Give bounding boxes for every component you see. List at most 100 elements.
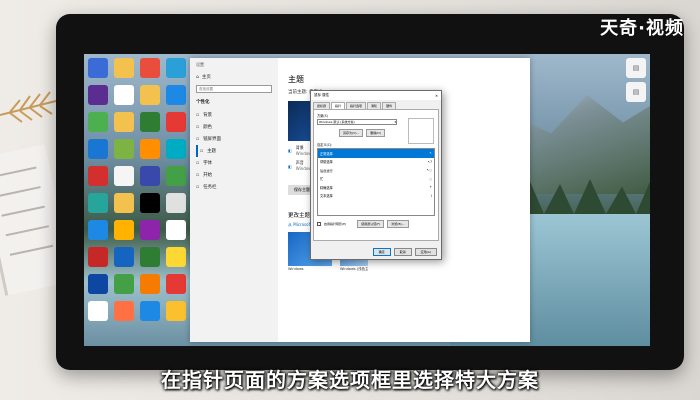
settings-nav-item[interactable]: ▫ 开始 [196, 169, 272, 181]
cursor-list-item[interactable]: 忙 ◌ [318, 175, 434, 184]
cursor-glyph-icon: + [429, 185, 432, 190]
cursor-glyph-icon: ↖? [427, 159, 432, 164]
cursor-list-item[interactable]: 帮助选择 ↖? [318, 158, 434, 167]
desktop-app-icon[interactable] [88, 274, 108, 294]
cursor-item-label: 精确选择 [320, 185, 333, 190]
cursor-list-item[interactable]: 正常选择 ↖ [318, 149, 434, 158]
settings-nav-label: 字体 [203, 161, 213, 166]
desktop-app-icon[interactable] [114, 139, 134, 159]
cursor-list-item[interactable]: 精确选择 + [318, 183, 434, 192]
desktop-app-icon[interactable] [140, 166, 160, 186]
settings-home[interactable]: ⌂ 主页 [196, 74, 272, 81]
settings-search-input[interactable]: 查找设置 [196, 85, 272, 93]
delete-button[interactable]: 删除(D) [366, 129, 385, 137]
desktop-app-icon[interactable] [114, 85, 134, 105]
settings-nav-label: 主题 [207, 149, 217, 154]
desktop-app-icon[interactable] [140, 274, 160, 294]
desktop-app-icon[interactable] [140, 247, 160, 267]
desktop-app-icon[interactable] [114, 301, 134, 321]
close-icon[interactable]: ✕ [435, 94, 438, 98]
settings-nav-item[interactable]: ▫ 背景 [196, 109, 272, 121]
desktop-app-icon[interactable] [88, 58, 108, 78]
settings-nav-label: 锁屏界面 [203, 137, 222, 142]
cursor-list-item[interactable]: 文本选择 I [318, 192, 434, 201]
cursor-glyph-icon: I [431, 193, 432, 198]
desktop-app-icon[interactable] [88, 301, 108, 321]
desktop-app-icon[interactable] [166, 247, 186, 267]
settings-nav-item[interactable]: ▫ 锁屏界面 [196, 133, 272, 145]
file-icon[interactable]: ▤ [626, 58, 646, 78]
dialog-titlebar: 鼠标 属性 ✕ [311, 91, 441, 100]
settings-category: 个性化 [196, 100, 210, 105]
settings-nav-item[interactable]: ▫ 字体 [196, 157, 272, 169]
settings-nav: ▫ 背景 ▫ 颜色 ▫ 锁屏界面 ▫ 主题 ▫ 字体 ▫ 开始 ▫ 任务栏 [196, 109, 272, 193]
settings-nav-item[interactable]: ▫ 主题 [196, 145, 272, 157]
desktop-app-icon[interactable] [114, 58, 134, 78]
dialog-options-row: 启用指针阴影(E) 使用默认值(F) 浏览(B)... [317, 220, 435, 228]
font-icon: ▫ [196, 160, 200, 166]
settings-nav-item[interactable]: ▫ 任务栏 [196, 181, 272, 193]
desktop-app-icon[interactable] [88, 220, 108, 240]
desktop-app-icon[interactable] [140, 139, 160, 159]
shadow-checkbox-label: 启用指针阴影(E) [324, 222, 347, 226]
desktop-app-icon[interactable] [140, 301, 160, 321]
desktop-app-icon[interactable] [140, 85, 160, 105]
desktop-app-icon[interactable] [88, 139, 108, 159]
dialog-tab[interactable]: 指针选项 [346, 102, 367, 109]
file-icon[interactable]: ▤ [626, 82, 646, 102]
settings-nav-label: 颜色 [203, 125, 213, 130]
desktop-app-icon[interactable] [140, 112, 160, 132]
settings-home-label: 主页 [201, 75, 211, 80]
desktop-app-icon[interactable] [88, 247, 108, 267]
apply-button[interactable]: 应用(A) [414, 248, 437, 256]
desktop-right-icons: ▤ ▤ [626, 58, 646, 106]
cursor-item-label: 正常选择 [320, 151, 333, 156]
desktop-app-icon[interactable] [166, 139, 186, 159]
cursor-glyph-icon: ◌ [429, 176, 432, 181]
desktop-app-icon[interactable] [166, 274, 186, 294]
use-default-button[interactable]: 使用默认值(F) [357, 220, 385, 228]
shadow-checkbox[interactable] [317, 222, 321, 226]
browse-button[interactable]: 浏览(B)... [387, 220, 409, 228]
desktop-icon-grid [84, 54, 188, 346]
cursor-list[interactable]: 正常选择 ↖ 帮助选择 ↖? 后台运行 ↖◌ 忙 ◌ 精确选择 + 文本选择 I [317, 148, 435, 216]
settings-window-title: 设置 [196, 62, 204, 67]
desktop-app-icon[interactable] [114, 220, 134, 240]
desktop-app-icon[interactable] [88, 193, 108, 213]
desktop-app-icon[interactable] [114, 274, 134, 294]
cancel-button[interactable]: 取消 [393, 248, 412, 256]
save-as-button[interactable]: 另存为(V)... [339, 129, 364, 137]
image-icon: ◧ [288, 148, 292, 153]
desktop-app-icon[interactable] [114, 112, 134, 132]
ok-button[interactable]: 确定 [372, 248, 391, 256]
desktop-app-icon[interactable] [114, 193, 134, 213]
scheme-select-value: Windows 默认 (系统方案) [319, 120, 355, 124]
sound-icon: ◧ [288, 163, 292, 169]
dialog-body: 方案(S) Windows 默认 (系统方案) ▾ 另存为(V)... 删除(D… [313, 109, 439, 241]
desktop-app-icon[interactable] [88, 166, 108, 186]
dialog-buttons: 确定 取消 应用(A) [372, 248, 437, 256]
desktop-app-icon[interactable] [166, 58, 186, 78]
desktop-app-icon[interactable] [166, 220, 186, 240]
scheme-select[interactable]: Windows 默认 (系统方案) ▾ [317, 119, 397, 125]
desktop-app-icon[interactable] [166, 166, 186, 186]
desktop-app-icon[interactable] [166, 193, 186, 213]
settings-nav-item[interactable]: ▫ 颜色 [196, 121, 272, 133]
desktop-app-icon[interactable] [166, 85, 186, 105]
dialog-tab[interactable]: 硬件 [382, 102, 397, 109]
desktop-app-icon[interactable] [140, 220, 160, 240]
desktop-app-icon[interactable] [88, 112, 108, 132]
desktop-app-icon[interactable] [140, 58, 160, 78]
dialog-tab[interactable]: 滑轮 [367, 102, 382, 109]
desktop-app-icon[interactable] [114, 247, 134, 267]
dialog-tab[interactable]: 指针 [331, 102, 346, 109]
desktop-app-icon[interactable] [166, 112, 186, 132]
cursor-list-item[interactable]: 后台运行 ↖◌ [318, 166, 434, 175]
desktop-app-icon[interactable] [166, 301, 186, 321]
desktop-app-icon[interactable] [140, 193, 160, 213]
lock-icon: ▫ [196, 136, 200, 142]
desktop-app-icon[interactable] [88, 85, 108, 105]
desktop-app-icon[interactable] [114, 166, 134, 186]
dialog-tab[interactable]: 鼠标键 [313, 102, 331, 109]
cursor-glyph-icon: ↖ [429, 151, 432, 156]
